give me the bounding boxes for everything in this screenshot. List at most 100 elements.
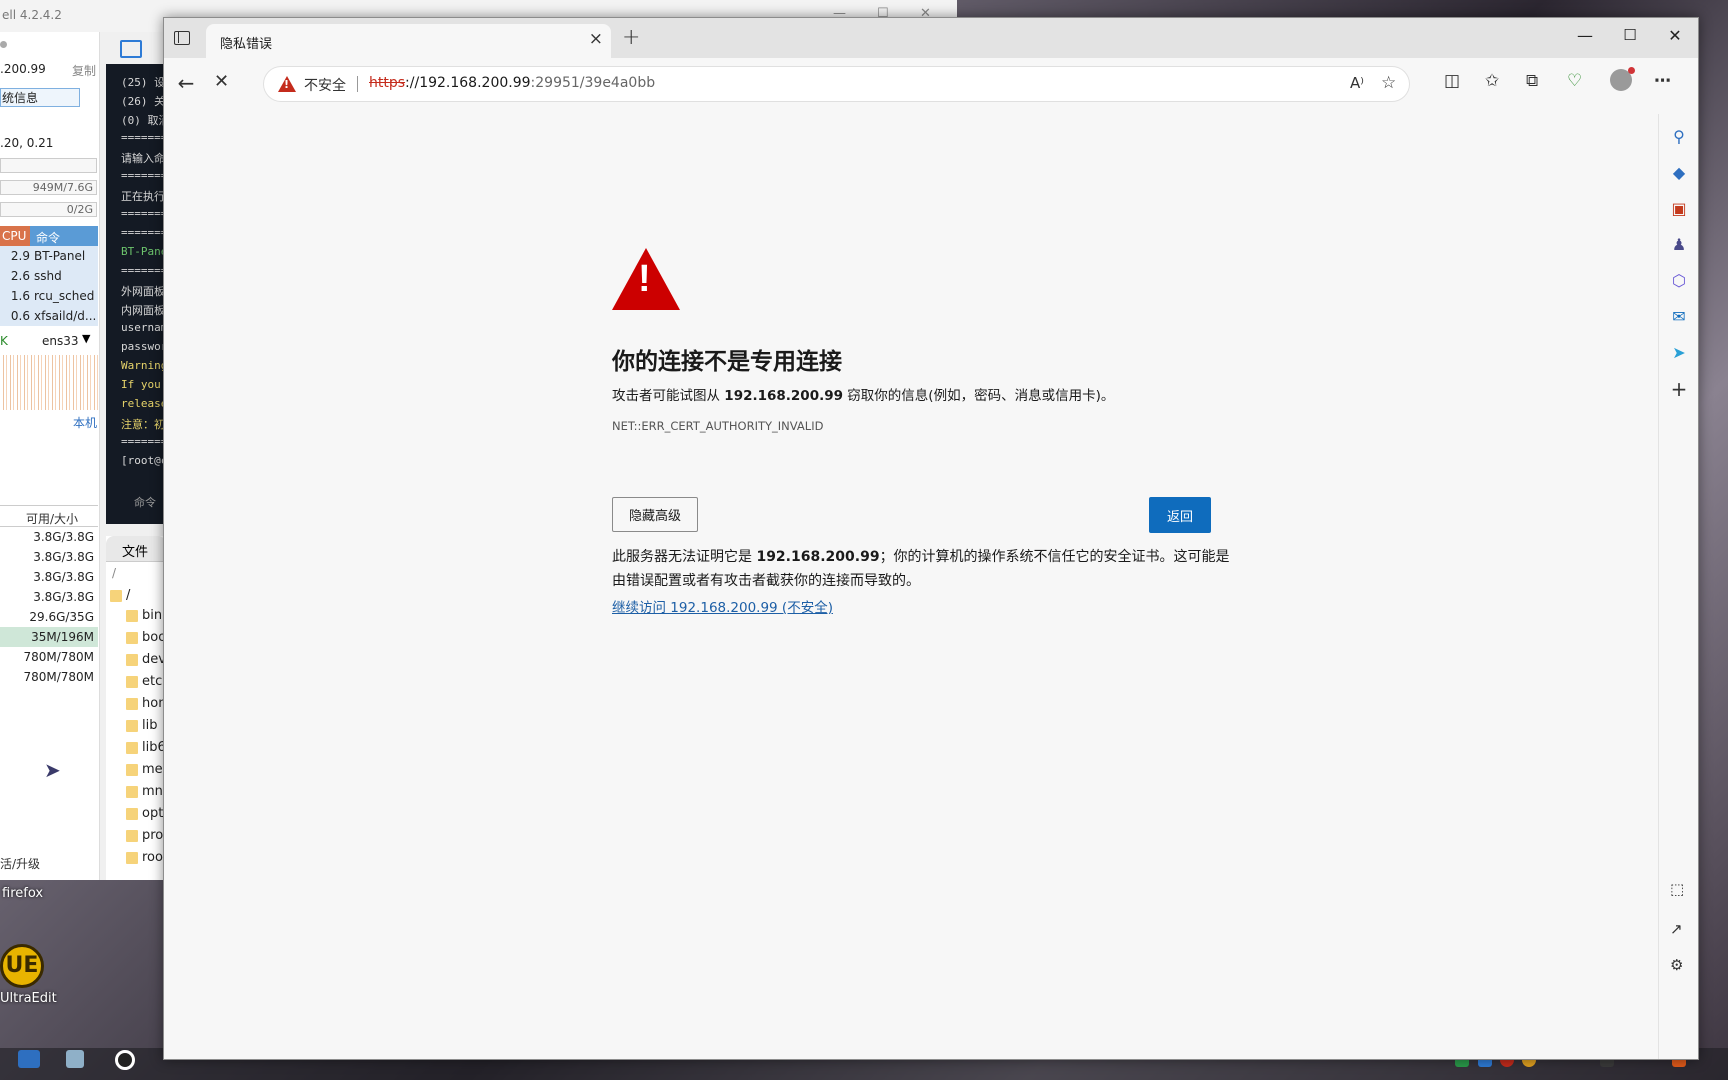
file-path[interactable]: / — [112, 566, 116, 580]
copy-button[interactable]: 复制 — [72, 62, 96, 79]
disk-row[interactable]: 35M/196M — [0, 627, 98, 647]
stop-loading-icon[interactable]: ✕ — [214, 71, 229, 92]
system-info-panel: .200.99 复制 统信息 .20, 0.21 949M/7.6G 0/2G — [0, 32, 100, 880]
network-graph — [0, 355, 98, 410]
ultraedit-icon[interactable]: UE — [0, 944, 44, 988]
load-average: .20, 0.21 — [0, 136, 54, 150]
disk-row[interactable]: 780M/780M — [0, 667, 98, 687]
tab-title: 隐私错误 — [220, 37, 273, 52]
file-item[interactable]: etc — [125, 674, 162, 689]
files-tab[interactable]: 文件 — [106, 536, 166, 562]
file-item[interactable]: / — [108, 588, 130, 603]
process-row[interactable]: 2.6 sshd — [0, 266, 98, 286]
disk-row[interactable]: 3.8G/3.8G — [0, 547, 98, 567]
cpu-column-header[interactable]: CPU — [0, 226, 31, 246]
minimize-icon[interactable]: — — [1562, 26, 1608, 45]
settings-gear-icon[interactable]: ⚙ — [1670, 956, 1683, 974]
terminal-line: BT-Panel — [121, 245, 166, 258]
disk-size-header: 可用/大小 — [26, 512, 79, 526]
terminal-line: (26) 关 — [121, 95, 166, 108]
taskbar-terminal-icon[interactable] — [18, 1050, 40, 1068]
file-item[interactable]: bin — [125, 608, 162, 623]
favorite-star-icon[interactable]: ☆ — [1381, 73, 1396, 93]
warning-icon[interactable] — [278, 76, 296, 92]
browser-toolbar: ← ✕ 不安全 https://192.168.200.99:29951/39e… — [164, 58, 1698, 114]
proceed-unsafe-link[interactable]: 继续访问 192.168.200.99 (不安全) — [612, 596, 833, 616]
new-tab-button[interactable]: + — [622, 25, 640, 50]
process-table-header[interactable]: CPU 命令 — [0, 226, 98, 246]
ultraedit-desktop-label[interactable]: UltraEdit — [0, 991, 57, 1006]
terminal-line: ======= — [121, 264, 166, 277]
maximize-icon[interactable]: ☐ — [1607, 26, 1653, 44]
process-row[interactable]: 1.6 rcu_sched — [0, 286, 98, 306]
microsoft-365-icon[interactable]: ⬡ — [1670, 272, 1688, 290]
tab-privacy-error[interactable]: 隐私错误 × — [206, 24, 611, 58]
terminal-line: release — [121, 397, 166, 410]
network-unit: K — [0, 334, 8, 348]
terminal-line: passwor — [121, 340, 166, 353]
process-name: rcu_sched — [34, 289, 95, 303]
error-title: 你的连接不是专用连接 — [612, 349, 842, 375]
favorites-icon[interactable]: ✩ — [1485, 71, 1499, 91]
games-icon[interactable]: ♟ — [1670, 236, 1688, 254]
close-tab-icon[interactable]: × — [589, 29, 603, 49]
error-desc-prefix: 攻击者可能试图从 — [612, 388, 725, 404]
command-input-label[interactable]: 命令 — [134, 494, 156, 510]
screenshot-icon[interactable]: ⬚ — [1670, 880, 1684, 898]
disk-row[interactable]: 3.8G/3.8G — [0, 527, 98, 547]
url-path: :29951/39e4a0bb — [530, 75, 656, 91]
taskbar-record-icon[interactable] — [115, 1050, 135, 1070]
taskbar-app-icon[interactable] — [66, 1050, 84, 1068]
upgrade-link[interactable]: 活/升级 — [0, 855, 40, 872]
tools-briefcase-icon[interactable]: ▣ — [1670, 200, 1688, 218]
outlook-icon[interactable]: ✉ — [1670, 308, 1688, 326]
disk-row[interactable]: 3.8G/3.8G — [0, 567, 98, 587]
command-column-header[interactable]: 命令 — [36, 229, 60, 246]
add-sidebar-icon[interactable]: + — [1670, 379, 1688, 399]
terminal-line: ======= — [121, 169, 166, 182]
profile-avatar-icon[interactable] — [1610, 67, 1635, 91]
send-icon[interactable]: ➤ — [1670, 344, 1688, 362]
hide-advanced-button[interactable]: 隐藏高级 — [612, 497, 698, 532]
security-status[interactable]: 不安全 — [304, 75, 346, 95]
back-button[interactable]: 返回 — [1149, 497, 1211, 533]
error-page: 你的连接不是专用连接 攻击者可能试图从 192.168.200.99 窃取你的信… — [164, 114, 1659, 1059]
disk-row[interactable]: 780M/780M — [0, 647, 98, 667]
url-text[interactable]: https://192.168.200.99:29951/39e4a0bb — [369, 75, 655, 91]
process-row[interactable]: 2.9 BT-Panel — [0, 246, 98, 266]
process-cpu: 2.6 — [10, 269, 30, 283]
open-external-icon[interactable]: ↗ — [1670, 920, 1683, 938]
address-bar[interactable]: 不安全 https://192.168.200.99:29951/39e4a0b… — [264, 67, 1409, 101]
firefox-desktop-icon[interactable]: firefox — [2, 886, 43, 901]
terminal-line: usernam — [121, 321, 166, 334]
status-dot-icon — [0, 41, 7, 48]
error-desc-suffix: 窃取你的信息(例如，密码、消息或信用卡)。 — [843, 388, 1115, 404]
terminal-line: [root@c — [121, 454, 166, 467]
terminal-panel[interactable]: (25) 设 (26) 关 (0) 取消 ======= 请输入命 ======… — [106, 64, 166, 524]
shopping-tag-icon[interactable]: ◆ — [1670, 164, 1688, 182]
browser-essentials-icon[interactable]: ♡ — [1567, 71, 1582, 91]
process-row[interactable]: 0.6 xfsaild/d... — [0, 306, 98, 326]
collections-icon[interactable]: ⧉ — [1526, 71, 1538, 91]
disk-row[interactable]: 3.8G/3.8G — [0, 587, 98, 607]
error-description: 攻击者可能试图从 192.168.200.99 窃取你的信息(例如，密码、消息或… — [612, 384, 1114, 404]
terminal-line: 请输入命 — [121, 152, 165, 165]
search-icon[interactable]: ⚲ — [1670, 128, 1688, 146]
file-browser-panel: 文件 / / bin boot dev etc home lib lib64 m… — [106, 536, 166, 880]
open-folder-icon[interactable] — [120, 40, 142, 58]
back-arrow-icon[interactable]: ← — [166, 71, 206, 95]
file-item[interactable]: opt — [125, 806, 163, 821]
more-options-icon[interactable]: ⋯ — [1654, 71, 1671, 91]
memory-bar: 949M/7.6G — [0, 180, 97, 195]
process-name: xfsaild/d... — [34, 309, 97, 323]
network-interface-select[interactable]: ens33 — [42, 334, 79, 348]
process-name: BT-Panel — [34, 249, 86, 263]
read-aloud-icon[interactable]: A⁾ — [1350, 74, 1364, 92]
file-item[interactable]: lib — [125, 718, 157, 733]
tab-actions-icon[interactable] — [174, 31, 190, 45]
close-window-icon[interactable]: ✕ — [1652, 26, 1698, 45]
sysinfo-button[interactable]: 统信息 — [0, 88, 80, 107]
split-screen-icon[interactable]: ◫ — [1444, 71, 1460, 91]
dropdown-arrow-icon[interactable]: ▼ — [82, 332, 90, 345]
disk-row[interactable]: 29.6G/35G — [0, 607, 98, 627]
